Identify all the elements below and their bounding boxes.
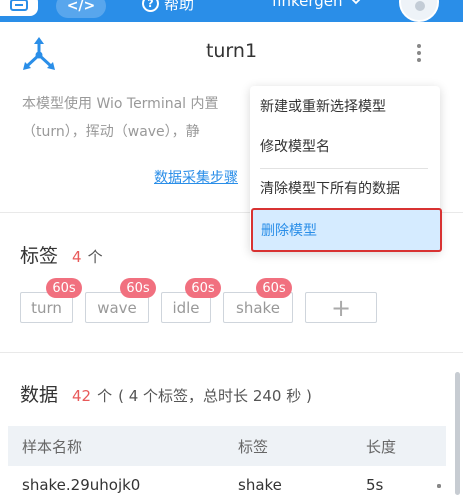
data-section-header: 数据 42 个 ( 4 个标签，总时长 240 秒 )	[20, 380, 312, 407]
code-icon: </>	[66, 0, 96, 14]
tag-duration-badge: 60s	[46, 278, 82, 298]
table-row[interactable]: shake.29uhojk0 shake 5s	[8, 468, 446, 498]
user-name: finkergen	[272, 0, 343, 10]
app-logo[interactable]	[0, 0, 38, 16]
column-label: 标签	[238, 438, 269, 456]
tag-label: turn	[31, 298, 62, 317]
model-header: turn1	[0, 22, 463, 82]
scrollbar[interactable]	[455, 372, 460, 495]
tag-duration-badge: 60s	[185, 278, 221, 298]
code-view-button[interactable]: </>	[56, 0, 106, 18]
tags-unit: 个	[87, 248, 103, 266]
menu-item-delete-model[interactable]: 删除模型	[251, 208, 442, 252]
data-count: 42	[72, 387, 92, 405]
menu-item-rename-model[interactable]: 修改模型名	[250, 126, 440, 166]
data-meta: ( 4 个标签，总时长 240 秒 )	[118, 387, 312, 405]
section-divider	[0, 352, 463, 353]
data-collection-steps-link[interactable]: 数据采集步骤	[154, 167, 254, 187]
data-title: 数据	[20, 384, 59, 406]
column-length: 长度	[366, 438, 397, 456]
user-menu[interactable]: finkergen	[272, 0, 361, 10]
row-more-options-icon[interactable]	[434, 476, 444, 500]
description-line-1: 本模型使用 Wio Terminal 内置	[22, 96, 219, 112]
sample-name: shake.29uhojk0	[22, 476, 141, 494]
menu-item-clear-model-data[interactable]: 清除模型下所有的数据	[250, 168, 440, 208]
avatar[interactable]	[399, 0, 439, 22]
help-label: 帮助	[164, 0, 195, 13]
column-sample-name: 样本名称	[22, 438, 83, 456]
tag-label: wave	[97, 298, 137, 317]
tag-label: idle	[172, 298, 200, 317]
description-line-2: （turn），挥动（wave），静	[22, 124, 200, 140]
help-link[interactable]: ? 帮助	[142, 0, 194, 14]
model-description: 本模型使用 Wio Terminal 内置 （turn），挥动（wave），静	[22, 90, 260, 146]
sample-label: shake	[238, 476, 282, 494]
sample-length: 5s	[366, 476, 384, 494]
avatar-silhouette-icon	[415, 1, 425, 11]
data-unit: 个	[97, 387, 113, 405]
top-navigation-bar: </> ? 帮助 finkergen	[0, 0, 463, 22]
tag-duration-badge: 60s	[120, 278, 156, 298]
tags-section-header: 标签 4 个	[20, 241, 103, 268]
logo-icon	[10, 0, 28, 11]
help-icon: ?	[142, 0, 159, 12]
model-title: turn1	[205, 40, 258, 62]
tag-duration-badge: 60s	[256, 278, 292, 298]
table-header: 样本名称 标签 长度	[8, 426, 446, 466]
add-tag-button[interactable]: +	[305, 292, 377, 323]
chevron-down-icon	[351, 0, 360, 5]
tags-count: 4	[72, 248, 82, 266]
tags-title: 标签	[20, 245, 59, 267]
tag-label: shake	[236, 298, 280, 317]
more-options-icon[interactable]	[410, 40, 428, 66]
menu-item-new-or-select-model[interactable]: 新建或重新选择模型	[250, 86, 440, 126]
